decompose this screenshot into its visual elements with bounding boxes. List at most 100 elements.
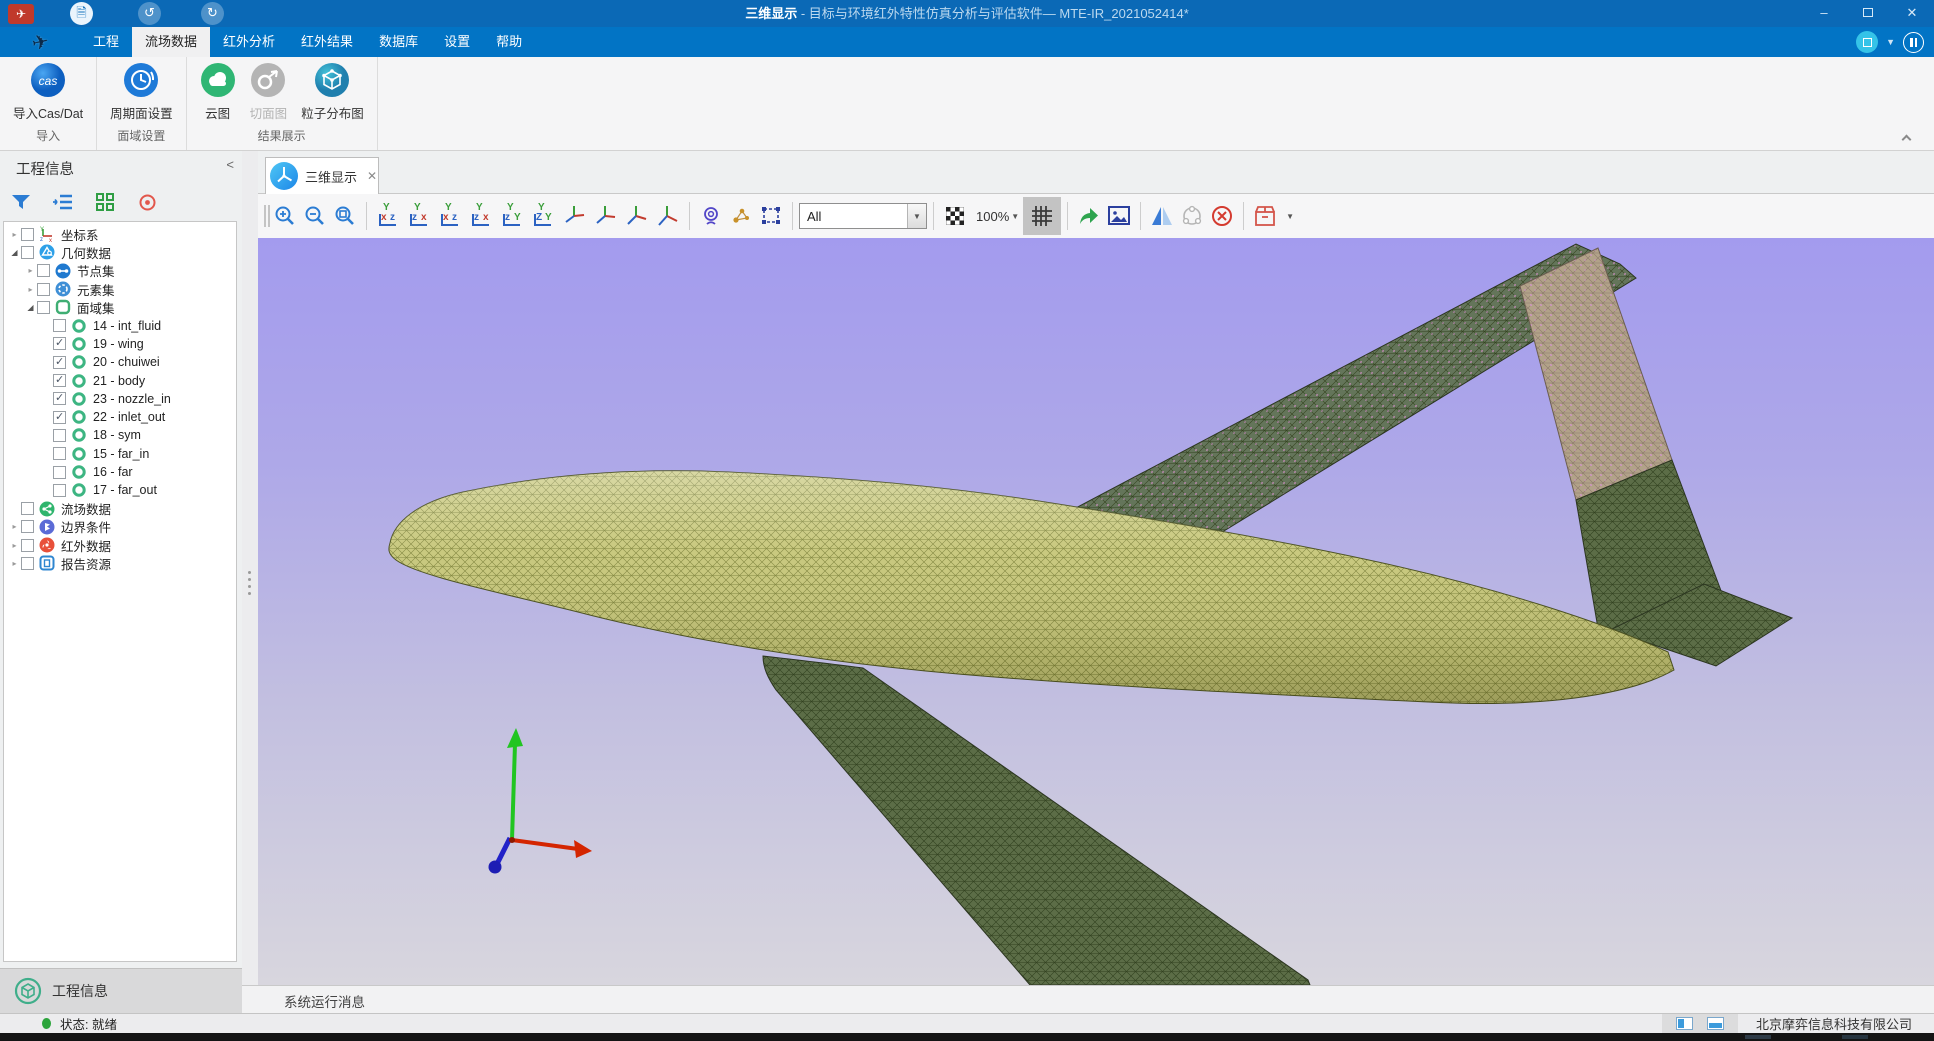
- tree-item-报告资源[interactable]: ▸报告资源: [4, 554, 236, 572]
- expand-arrow-icon[interactable]: ▸: [8, 522, 21, 531]
- visibility-checkbox[interactable]: [53, 319, 66, 332]
- list-outline-icon[interactable]: [52, 191, 74, 213]
- menu-item-流场数据[interactable]: 流场数据: [132, 27, 210, 57]
- zoom-dropdown-icon[interactable]: ▼: [1011, 212, 1019, 221]
- export-forward-button[interactable]: [1074, 199, 1104, 233]
- archive-box-button[interactable]: [1250, 199, 1280, 233]
- expand-arrow-icon[interactable]: ◢: [8, 248, 21, 257]
- view-iso-2-button[interactable]: [590, 201, 621, 231]
- visibility-checkbox[interactable]: [53, 466, 66, 479]
- tree-item-面域集[interactable]: ◢面域集: [4, 298, 236, 316]
- expand-arrow-icon[interactable]: ▸: [24, 266, 37, 275]
- display-set-combobox[interactable]: All ▼: [799, 203, 927, 229]
- visibility-checkbox[interactable]: [53, 429, 66, 442]
- help-manual-button[interactable]: [1903, 32, 1924, 53]
- archive-dropdown-icon[interactable]: ▼: [1286, 212, 1294, 221]
- menu-item-红外分析[interactable]: 红外分析: [210, 27, 288, 57]
- cancel-button[interactable]: [1207, 199, 1237, 233]
- tree-item-22-inlet_out[interactable]: 22 - inlet_out: [4, 408, 236, 426]
- tree-item-几何数据[interactable]: ◢几何数据: [4, 243, 236, 261]
- expand-arrow-icon[interactable]: ▸: [8, 559, 21, 568]
- tree-item-19-wing[interactable]: 19 - wing: [4, 335, 236, 353]
- splitter-handle[interactable]: [248, 571, 251, 599]
- view-top-button[interactable]: Y z Y: [497, 201, 528, 231]
- tree-item-16-far[interactable]: 16 - far: [4, 463, 236, 481]
- panel-footer-tab[interactable]: 工程信息: [0, 968, 242, 1013]
- visibility-checkbox[interactable]: [53, 411, 66, 424]
- panel-collapse-button[interactable]: <: [226, 157, 234, 172]
- contour-plot-button[interactable]: 云图: [193, 57, 243, 122]
- grid-view-icon[interactable]: [94, 191, 116, 213]
- particles-display-button[interactable]: [726, 199, 756, 233]
- visibility-checkbox[interactable]: [21, 246, 34, 259]
- zoom-out-button[interactable]: [300, 199, 330, 233]
- mesh-grid-toggle-button[interactable]: [1023, 197, 1061, 235]
- visibility-checkbox[interactable]: [53, 484, 66, 497]
- tree-item-17-far_out[interactable]: 17 - far_out: [4, 481, 236, 499]
- tree-item-21-body[interactable]: 21 - body: [4, 371, 236, 389]
- combobox-dropdown-icon[interactable]: ▼: [907, 204, 926, 228]
- visibility-checkbox[interactable]: [53, 356, 66, 369]
- expand-arrow-icon[interactable]: ▸: [8, 541, 21, 550]
- visibility-checkbox[interactable]: [53, 374, 66, 387]
- tree-item-坐标系[interactable]: ▸zxY坐标系: [4, 225, 236, 243]
- expand-arrow-icon[interactable]: ▸: [8, 230, 21, 239]
- tree-item-边界条件[interactable]: ▸边界条件: [4, 518, 236, 536]
- share-network-button[interactable]: [1177, 199, 1207, 233]
- tree-item-23-nozzle_in[interactable]: 23 - nozzle_in: [4, 390, 236, 408]
- tab-3d-display[interactable]: 三维显示 ✕: [265, 157, 379, 194]
- panel-splitter[interactable]: [242, 151, 258, 985]
- visibility-checkbox[interactable]: [21, 539, 34, 552]
- zoom-in-button[interactable]: [270, 199, 300, 233]
- expand-arrow-icon[interactable]: ▸: [24, 285, 37, 294]
- visibility-checkbox[interactable]: [53, 392, 66, 405]
- menu-item-设置[interactable]: 设置: [431, 27, 483, 57]
- expand-arrow-icon[interactable]: ◢: [24, 303, 37, 312]
- tree-item-18-sym[interactable]: 18 - sym: [4, 426, 236, 444]
- screenshot-image-button[interactable]: [1104, 199, 1134, 233]
- view-back-button[interactable]: Y z x: [404, 201, 435, 231]
- target-locate-icon[interactable]: [136, 191, 158, 213]
- visibility-checkbox[interactable]: [21, 520, 34, 533]
- visibility-checkbox[interactable]: [37, 264, 50, 277]
- tree-item-20-chuiwei[interactable]: 20 - chuiwei: [4, 353, 236, 371]
- tab-close-icon[interactable]: ✕: [367, 169, 377, 183]
- minimize-button[interactable]: –: [1802, 0, 1846, 27]
- layout-left-panel-toggle[interactable]: [1676, 1017, 1693, 1030]
- periodic-face-settings-button[interactable]: 周期面设置: [103, 57, 180, 122]
- tree-item-元素集[interactable]: ▸元素集: [4, 280, 236, 298]
- mirror-button[interactable]: [1147, 199, 1177, 233]
- view-front-button[interactable]: Y x z: [373, 201, 404, 231]
- view-left-button[interactable]: Y x z: [435, 201, 466, 231]
- ribbon-collapse-button[interactable]: [1903, 133, 1912, 142]
- visibility-checkbox[interactable]: [21, 502, 34, 515]
- maximize-button[interactable]: [1846, 0, 1890, 27]
- tree-item-15-far_in[interactable]: 15 - far_in: [4, 445, 236, 463]
- view-iso-1-button[interactable]: [559, 201, 590, 231]
- visibility-checkbox[interactable]: [53, 447, 66, 460]
- perspective-camera-button[interactable]: [696, 199, 726, 233]
- tree-item-红外数据[interactable]: ▸红外数据: [4, 536, 236, 554]
- tree-item-14-int_fluid[interactable]: 14 - int_fluid: [4, 316, 236, 334]
- transparency-checkerboard-icon[interactable]: [940, 199, 970, 233]
- visibility-checkbox[interactable]: [53, 337, 66, 350]
- close-button[interactable]: ✕: [1890, 0, 1934, 27]
- visibility-checkbox[interactable]: [37, 301, 50, 314]
- menu-item-帮助[interactable]: 帮助: [483, 27, 535, 57]
- tree-item-节点集[interactable]: ▸节点集: [4, 262, 236, 280]
- tree-item-流场数据[interactable]: 流场数据: [4, 499, 236, 517]
- zoom-fit-button[interactable]: [330, 199, 360, 233]
- menu-item-工程[interactable]: 工程: [80, 27, 132, 57]
- visibility-checkbox[interactable]: [21, 557, 34, 570]
- import-cas-dat-button[interactable]: cas导入Cas/Dat: [6, 57, 90, 122]
- menu-item-红外结果[interactable]: 红外结果: [288, 27, 366, 57]
- box-select-button[interactable]: [756, 199, 786, 233]
- view-bottom-button[interactable]: Y Z Y: [528, 201, 559, 231]
- visibility-checkbox[interactable]: [37, 283, 50, 296]
- view-iso-3-button[interactable]: [621, 201, 652, 231]
- particle-distribution-button[interactable]: 粒子分布图: [294, 57, 371, 122]
- filter-icon[interactable]: [10, 191, 32, 213]
- menu-item-数据库[interactable]: 数据库: [366, 27, 431, 57]
- view-iso-4-button[interactable]: [652, 201, 683, 231]
- layout-bottom-panel-toggle[interactable]: [1707, 1017, 1724, 1030]
